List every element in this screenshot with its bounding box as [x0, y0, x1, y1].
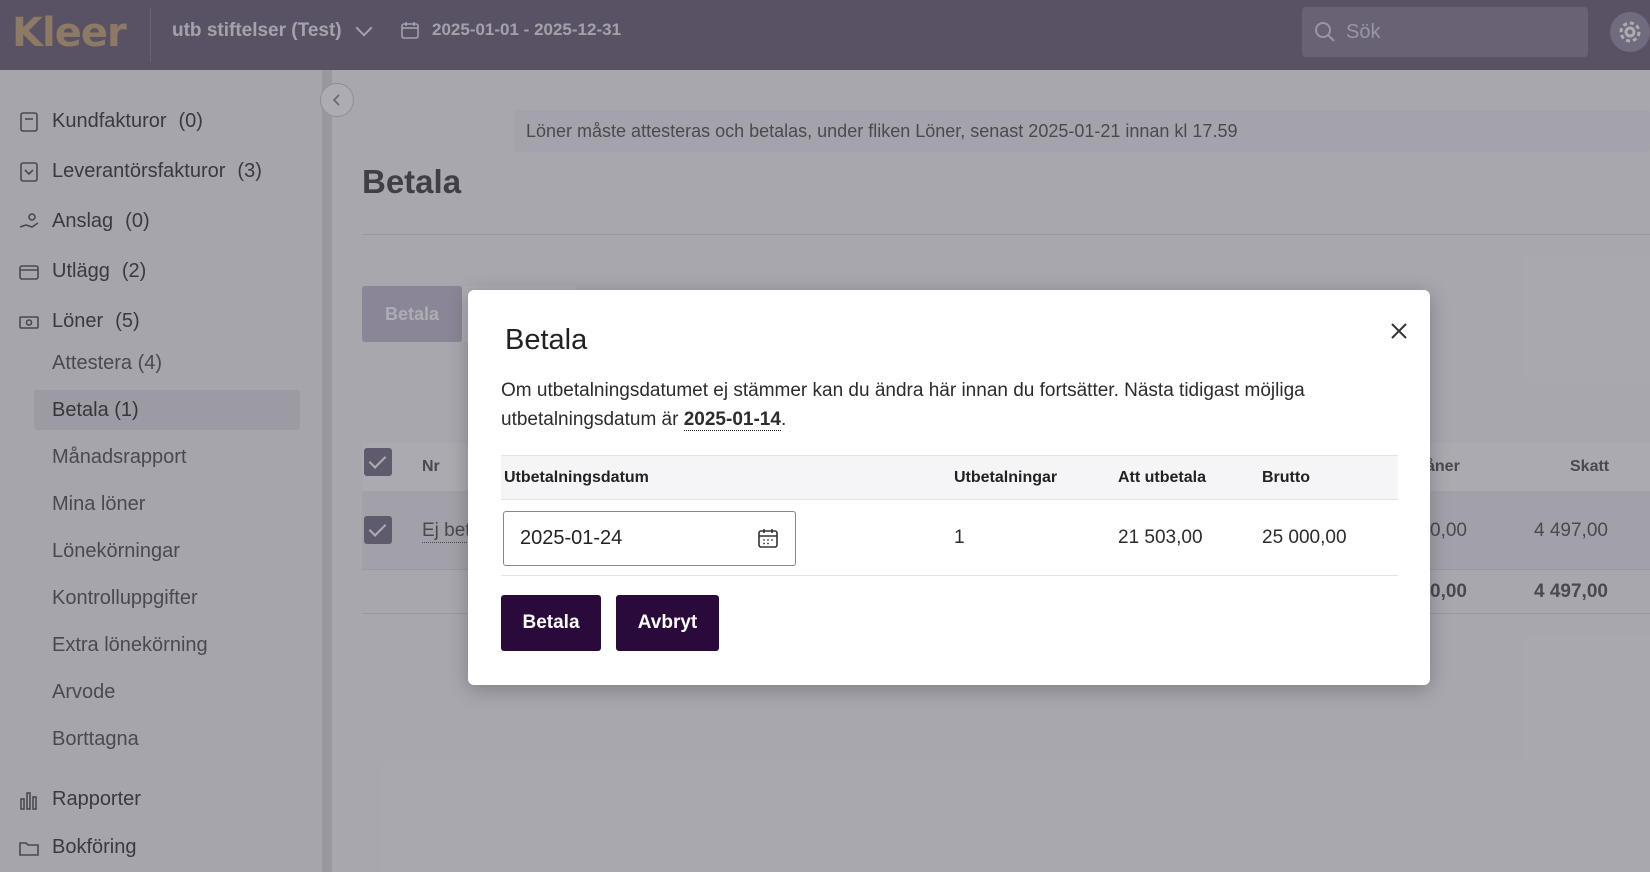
gross-amount: 25 000,00 — [1262, 527, 1347, 548]
header-date: Utbetalningsdatum — [504, 469, 649, 486]
payments-count: 1 — [954, 527, 965, 548]
header-payments: Utbetalningar — [954, 469, 1058, 486]
header-to-pay: Att utbetala — [1118, 469, 1206, 486]
close-button[interactable] — [1383, 315, 1415, 347]
dialog-text-before: Om utbetalningsdatumet ej stämmer kan du… — [501, 380, 1305, 430]
dialog-table-header: Utbetalningsdatum Utbetalningar Att utbe… — [501, 455, 1398, 500]
earliest-date-link[interactable]: 2025-01-14 — [683, 409, 781, 431]
close-icon — [1391, 323, 1407, 339]
payment-date-value: 2025-01-24 — [520, 527, 623, 549]
dialog-title: Betala — [505, 324, 588, 356]
dialog-text-after: . — [780, 409, 787, 430]
to-pay-amount: 21 503,00 — [1118, 527, 1203, 548]
dialog-row-divider — [501, 575, 1398, 576]
calendar-icon[interactable] — [757, 527, 779, 549]
dialog-description: Om utbetalningsdatumet ej stämmer kan du… — [501, 376, 1401, 434]
cancel-button[interactable]: Avbryt — [616, 595, 719, 651]
header-gross: Brutto — [1262, 469, 1310, 486]
payment-date-field[interactable]: 2025-01-24 — [503, 511, 796, 566]
confirm-pay-button[interactable]: Betala — [501, 595, 601, 651]
pay-dialog: Betala Om utbetalningsdatumet ej stämmer… — [468, 290, 1430, 685]
